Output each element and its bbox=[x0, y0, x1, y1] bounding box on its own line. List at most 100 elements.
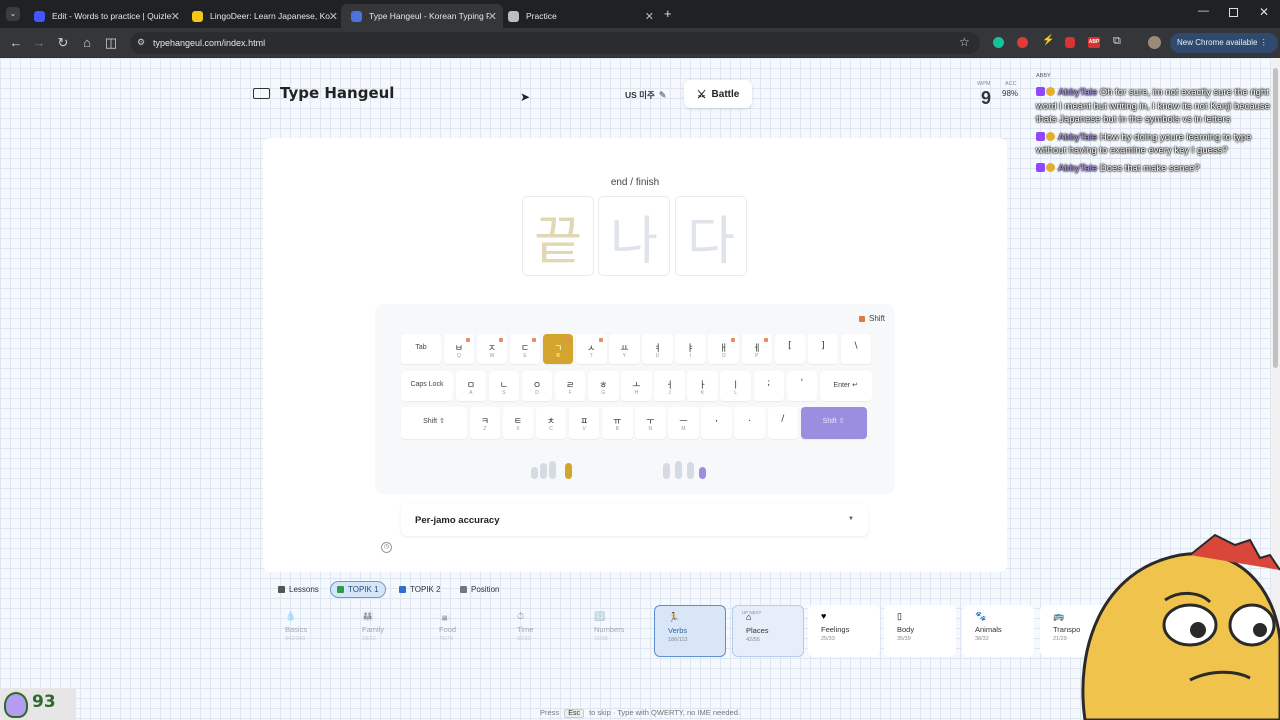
key-punct[interactable]: . bbox=[734, 407, 765, 439]
home-icon[interactable]: ⌂ bbox=[75, 35, 99, 50]
key-m[interactable]: ㅡM bbox=[668, 407, 699, 439]
category-card-verbs[interactable]: 🏃 Verbs 186/113 bbox=[654, 605, 726, 657]
extension-red-icon[interactable] bbox=[1017, 37, 1028, 48]
key-p[interactable]: ㅔP bbox=[741, 334, 772, 364]
key-t[interactable]: ㅅT bbox=[576, 334, 607, 364]
key-w[interactable]: ㅈW bbox=[476, 334, 508, 364]
new-chrome-available-button[interactable]: New Chrome available ⋮ bbox=[1170, 33, 1278, 53]
key-jamo: [ bbox=[788, 341, 792, 351]
key-j[interactable]: ㅓJ bbox=[654, 371, 685, 401]
tab-search-icon[interactable]: ⌄ bbox=[6, 7, 20, 21]
lesson-tab-topik-2[interactable]: TOPIK 2 bbox=[393, 581, 447, 598]
key-punct[interactable]: , bbox=[701, 407, 732, 439]
close-tab-icon[interactable]: ✕ bbox=[488, 10, 497, 23]
reload-icon[interactable]: ↻ bbox=[51, 35, 75, 51]
per-jamo-accuracy-dropdown[interactable]: Per-jamo accuracy ▼ bbox=[401, 504, 868, 536]
edit-pencil-icon[interactable]: ✎ bbox=[659, 90, 667, 101]
split-view-icon[interactable]: ◫ bbox=[99, 35, 123, 51]
keyboard-layout-selector[interactable]: US 미주 ✎ bbox=[620, 84, 671, 106]
site-info-icon[interactable]: ⚙ bbox=[137, 37, 145, 48]
close-tab-icon[interactable]: ✕ bbox=[329, 10, 338, 23]
key-punct[interactable]: ] bbox=[807, 334, 839, 364]
key-e[interactable]: ㄷE bbox=[509, 334, 541, 364]
category-name: Food bbox=[439, 625, 457, 634]
key-x[interactable]: ㅌX bbox=[502, 407, 534, 439]
category-card-body[interactable]: ▯ Body 35/39 bbox=[884, 605, 956, 657]
lesson-tab-position[interactable]: Position bbox=[454, 581, 505, 598]
key-punct[interactable]: ' bbox=[786, 371, 818, 401]
key-z[interactable]: ㅋZ bbox=[469, 407, 501, 439]
extension-bolt-icon[interactable]: ⚡ bbox=[1042, 35, 1054, 46]
key-q[interactable]: ㅂQ bbox=[443, 334, 475, 364]
key-punct[interactable]: [ bbox=[774, 334, 806, 364]
key-l[interactable]: ㅣL bbox=[720, 371, 751, 401]
category-card-feelings[interactable]: ♥ Feelings 25/33 bbox=[808, 605, 880, 657]
key-qwerty: J bbox=[668, 390, 671, 396]
back-icon[interactable]: ← bbox=[4, 35, 28, 50]
key-v[interactable]: ㅍV bbox=[568, 407, 600, 439]
brand-logo[interactable]: Type Hangeul bbox=[253, 84, 394, 102]
extension-pin-icon[interactable] bbox=[1065, 37, 1075, 48]
key-y[interactable]: ㅛY bbox=[609, 334, 640, 364]
shift-key[interactable]: Shift ⇧ bbox=[800, 407, 867, 439]
key-b[interactable]: ㅠB bbox=[602, 407, 633, 439]
key-qwerty: W bbox=[489, 353, 495, 359]
key-r[interactable]: ㄱR bbox=[542, 334, 574, 364]
adblock-extension-icon[interactable]: ABP bbox=[1088, 37, 1100, 48]
key-i[interactable]: ㅑI bbox=[675, 334, 706, 364]
tab-key[interactable]: Tab bbox=[401, 334, 441, 364]
browser-tab-quizlet[interactable]: Edit - Words to practice | Quizlet ✕ bbox=[24, 4, 186, 28]
battle-button[interactable]: ⚔ Battle bbox=[684, 80, 752, 108]
key-f[interactable]: ㄹF bbox=[554, 371, 586, 401]
category-card-food[interactable]: 🍙 Food 76/76 bbox=[426, 605, 498, 657]
key-a[interactable]: ㅁA bbox=[455, 371, 487, 401]
key-n[interactable]: ㅜN bbox=[635, 407, 666, 439]
timer-icon[interactable]: ◷ bbox=[381, 542, 392, 553]
profile-avatar[interactable] bbox=[1148, 36, 1161, 49]
close-tab-icon[interactable]: ✕ bbox=[645, 10, 654, 23]
key-c[interactable]: ㅊC bbox=[535, 407, 567, 439]
key-g[interactable]: ㅎG bbox=[588, 371, 619, 401]
key-punct[interactable]: ; bbox=[753, 371, 784, 401]
key-punct[interactable]: / bbox=[767, 407, 798, 439]
grammarly-extension-icon[interactable] bbox=[993, 37, 1004, 48]
lesson-tab-lessons[interactable]: Lessons bbox=[272, 581, 325, 598]
close-tab-icon[interactable]: ✕ bbox=[171, 10, 180, 23]
bits-badge-icon bbox=[1046, 87, 1055, 96]
close-window-icon[interactable]: ✕ bbox=[1259, 5, 1269, 19]
category-card-animals[interactable]: 🐾 Animals 38/32 bbox=[962, 605, 1034, 657]
scrollbar-thumb[interactable] bbox=[1273, 68, 1278, 368]
browser-tab-typehangeul[interactable]: Type Hangeul - Korean Typing Practice ✕ bbox=[341, 4, 503, 28]
enter-key[interactable]: Enter ↵ bbox=[819, 371, 872, 401]
shift-indicator-icon bbox=[499, 338, 504, 342]
right-finger-bar bbox=[687, 462, 694, 479]
extensions-puzzle-icon[interactable]: ⧉ bbox=[1113, 35, 1121, 48]
forward-icon[interactable]: → bbox=[27, 35, 51, 50]
key-o[interactable]: ㅐO bbox=[708, 334, 739, 364]
key-h[interactable]: ㅗH bbox=[621, 371, 652, 401]
key-d[interactable]: ㅇD bbox=[521, 371, 553, 401]
accuracy-title: Per-jamo accuracy bbox=[415, 515, 500, 526]
shift-key[interactable]: Shift ⇧ bbox=[401, 407, 467, 439]
new-tab-icon[interactable]: + bbox=[664, 6, 672, 21]
bookmark-star-icon[interactable]: ☆ bbox=[959, 35, 970, 49]
footer-hint: Press Esc to skip · Type with QWERTY, no… bbox=[0, 708, 1280, 718]
key-s[interactable]: ㄴS bbox=[488, 371, 520, 401]
lingodeer-favicon-icon bbox=[192, 10, 203, 22]
key-k[interactable]: ㅏK bbox=[687, 371, 718, 401]
caps-key[interactable]: Caps Lock bbox=[401, 371, 453, 401]
lesson-tab-topik-1[interactable]: TOPIK 1 bbox=[330, 581, 386, 598]
category-card-places[interactable]: UP NEXT ⌂ Places 42/55 bbox=[732, 605, 804, 657]
lesson-tab-label: TOPIK 1 bbox=[348, 585, 379, 594]
key-punct[interactable]: \ bbox=[840, 334, 872, 364]
browser-tab-lingodeer[interactable]: LingoDeer: Learn Japanese, Korean ✕ bbox=[182, 4, 344, 28]
browser-tab-practice[interactable]: Practice ✕ bbox=[498, 4, 660, 28]
minimize-icon[interactable]: — bbox=[1198, 5, 1209, 17]
address-bar[interactable]: ⚙ typehangeul.com/index.html bbox=[130, 32, 980, 54]
category-card-basics[interactable]: 💧 Basics 342/343 bbox=[272, 605, 344, 657]
key-u[interactable]: ㅕU bbox=[642, 334, 673, 364]
category-card-time[interactable]: ⏱ Time 32/32 bbox=[504, 605, 576, 657]
category-card-family[interactable]: 👪 Family 23/22 bbox=[349, 605, 421, 657]
restore-icon[interactable] bbox=[1229, 8, 1238, 17]
category-card-numbers[interactable]: 🔢 Numbers 21/25 bbox=[581, 605, 653, 657]
